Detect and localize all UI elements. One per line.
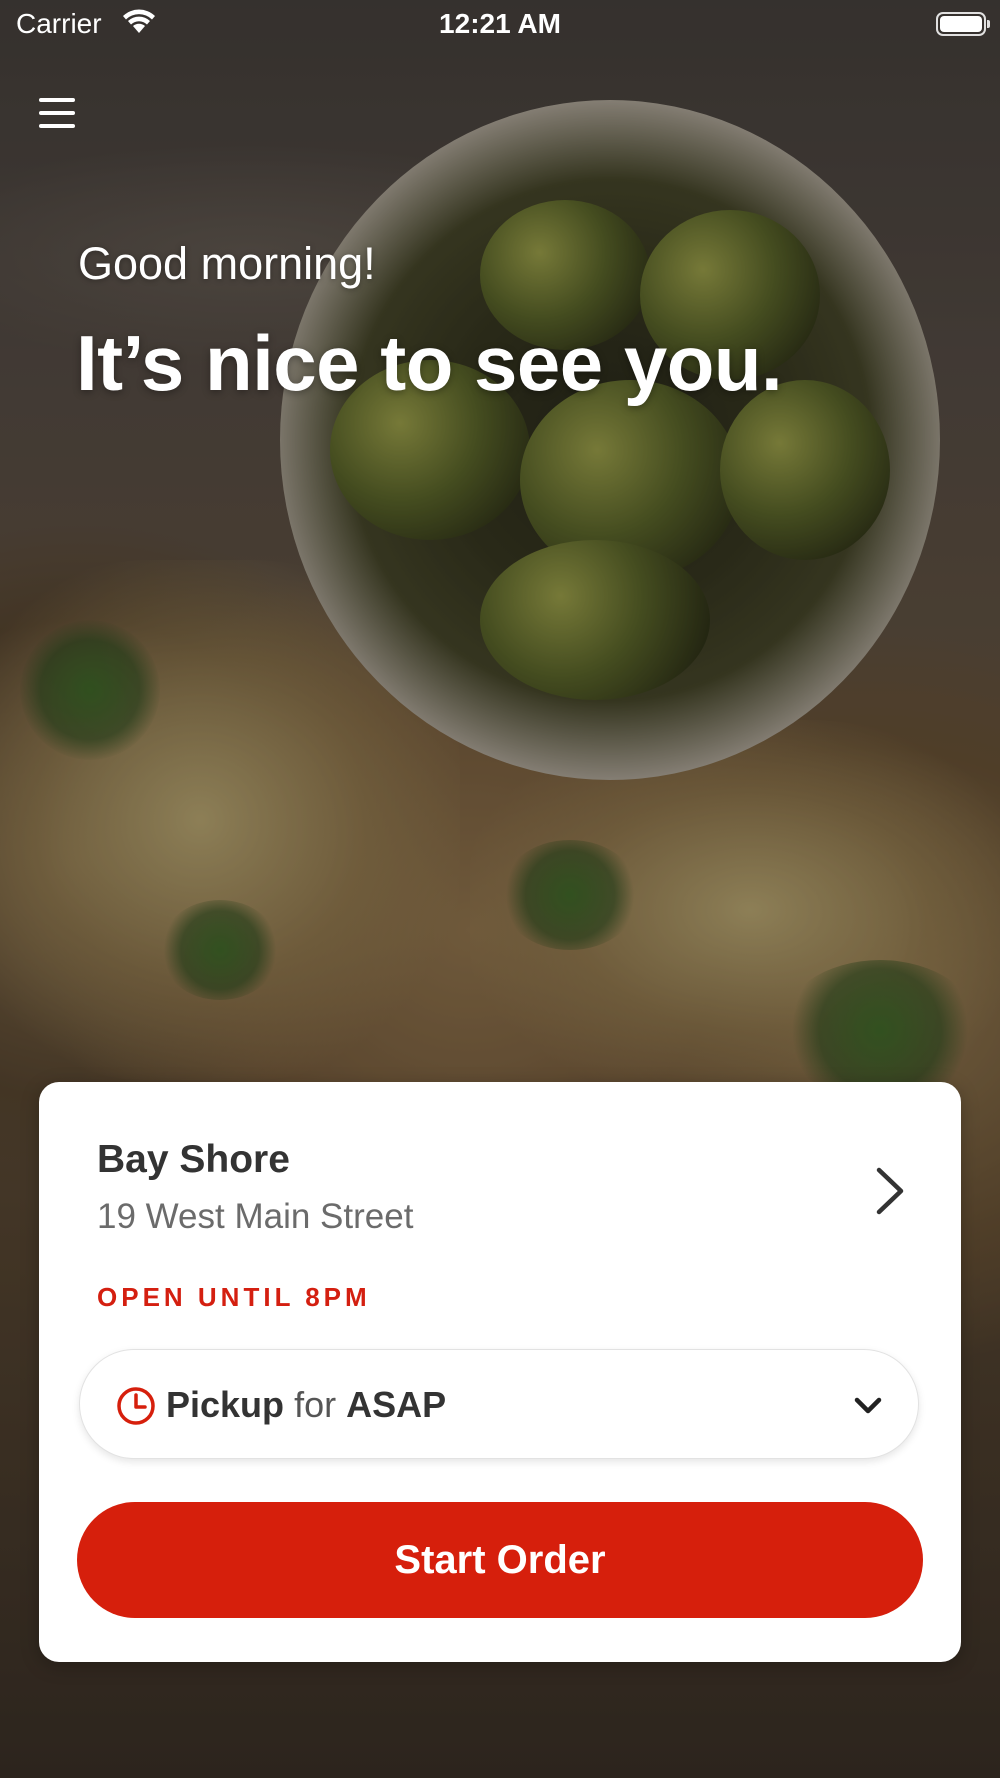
store-address: 19 West Main Street — [97, 1197, 414, 1236]
order-mode-label: Pickup for ASAP — [166, 1384, 446, 1426]
order-mode-time: ASAP — [346, 1384, 447, 1425]
greeting-text: Good morning! — [78, 238, 376, 289]
order-mode-selector[interactable]: Pickup for ASAP — [79, 1349, 919, 1459]
status-bar: Carrier 12:21 AM — [0, 0, 1000, 50]
chevron-down-icon — [854, 1397, 882, 1414]
clock-icon — [117, 1387, 155, 1425]
store-selector[interactable]: Bay Shore 19 West Main Street — [39, 1082, 961, 1282]
hamburger-menu-icon[interactable] — [36, 94, 80, 134]
order-mode-type: Pickup — [166, 1384, 285, 1425]
start-order-button[interactable]: Start Order — [77, 1502, 923, 1618]
store-name: Bay Shore — [97, 1138, 290, 1181]
battery-icon — [936, 12, 990, 36]
store-hours: OPEN UNTIL 8PM — [97, 1282, 371, 1312]
headline-text: It’s nice to see you. — [76, 319, 783, 407]
store-card: Bay Shore 19 West Main Street OPEN UNTIL… — [39, 1082, 961, 1662]
status-time: 12:21 AM — [439, 8, 561, 39]
chevron-right-icon — [876, 1167, 904, 1215]
order-mode-connector: for — [294, 1384, 337, 1425]
